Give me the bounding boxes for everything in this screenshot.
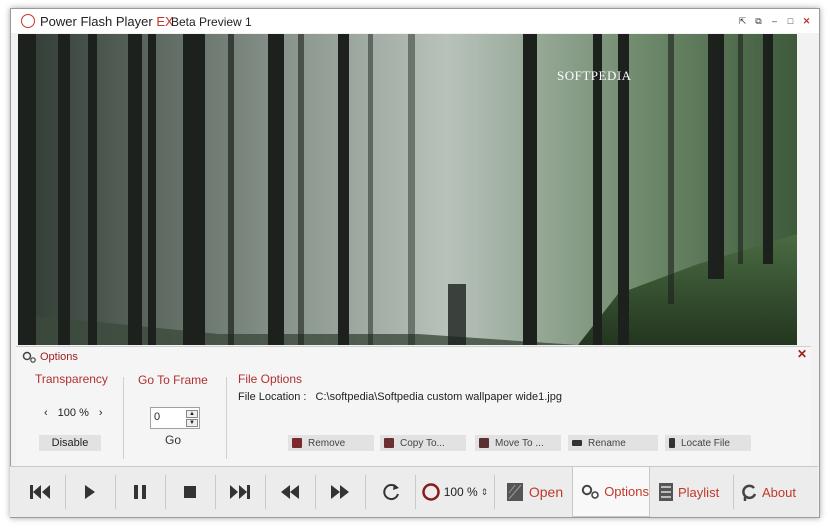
- remove-button[interactable]: Remove: [288, 435, 374, 451]
- spin-up-icon[interactable]: ▲: [186, 409, 198, 418]
- skip-to-start-button[interactable]: [22, 467, 58, 517]
- open-file-icon: [506, 483, 523, 501]
- skip-start-icon: [30, 485, 50, 499]
- remove-icon: [292, 438, 302, 448]
- rename-icon: [572, 440, 582, 446]
- move-icon: [479, 438, 489, 448]
- compact-mode-icon[interactable]: ⧉: [752, 15, 765, 28]
- repeat-button[interactable]: [372, 467, 412, 517]
- file-location-value: C:\softpedia\Softpedia custom wallpaper …: [315, 391, 562, 403]
- app-title: Power Flash Player EX: [40, 14, 174, 29]
- file-options-label: File Options: [238, 372, 303, 386]
- playlist-icon: [659, 483, 673, 501]
- gears-icon: [22, 351, 36, 363]
- pause-button[interactable]: [122, 467, 158, 517]
- file-location: File Location : C:\softpedia\Softpedia c…: [238, 391, 562, 403]
- repeat-icon: [383, 484, 399, 501]
- spin-down-icon[interactable]: ▼: [186, 418, 198, 427]
- tab-playlist[interactable]: Playlist: [653, 467, 733, 517]
- stop-button[interactable]: [172, 467, 208, 517]
- copy-icon: [384, 438, 394, 448]
- go-to-frame-label: Go To Frame: [138, 373, 208, 387]
- copy-to-button[interactable]: Copy To...: [380, 435, 466, 451]
- title-bar[interactable]: Power Flash Player EX Beta Preview 1 ⇱ ⧉…: [11, 9, 819, 33]
- fast-forward-icon: [331, 485, 349, 499]
- divider: [123, 377, 124, 459]
- zoom-stepper-icon[interactable]: ⇕: [481, 487, 489, 498]
- restore-small-icon[interactable]: ⇱: [736, 15, 749, 28]
- locate-file-button[interactable]: Locate File: [665, 435, 751, 451]
- disable-transparency-button[interactable]: Disable: [39, 435, 101, 451]
- skip-end-icon: [230, 485, 250, 499]
- bottom-toolbar: 100 % ⇕ Open Options Playlist About: [10, 466, 818, 517]
- app-logo-icon: [21, 14, 35, 28]
- maximize-icon[interactable]: □: [784, 15, 797, 28]
- forest-image: [18, 34, 797, 345]
- minimize-icon[interactable]: –: [768, 15, 781, 28]
- pause-icon: [134, 485, 146, 499]
- locate-file-icon: [669, 438, 675, 448]
- stop-icon: [184, 486, 196, 498]
- go-button[interactable]: Go: [165, 433, 181, 447]
- options-panel: Options ✕ Transparency ‹ 100 % › Disable…: [16, 346, 811, 467]
- gears-icon: [581, 484, 599, 499]
- transparency-label: Transparency: [35, 372, 108, 386]
- file-location-label: File Location :: [238, 391, 307, 403]
- options-panel-close-icon[interactable]: ✕: [797, 347, 807, 361]
- skip-to-end-button[interactable]: [222, 467, 258, 517]
- play-button[interactable]: [72, 467, 108, 517]
- video-watermark: SOFTPEDIA: [557, 68, 632, 83]
- divider: [226, 377, 227, 459]
- options-panel-header: Options: [22, 349, 78, 365]
- video-display[interactable]: SOFTPEDIA: [18, 34, 797, 345]
- transparency-control[interactable]: ‹ 100 % ›: [44, 407, 103, 419]
- window-controls: ⇱ ⧉ – □ ✕: [736, 15, 813, 28]
- about-icon: [742, 484, 757, 501]
- move-to-button[interactable]: Move To ...: [475, 435, 561, 451]
- rename-button[interactable]: Rename: [568, 435, 658, 451]
- zoom-control[interactable]: 100 % ⇕: [420, 467, 490, 517]
- app-subtitle: Beta Preview 1: [171, 15, 252, 29]
- zoom-value: 100 %: [443, 485, 478, 499]
- tab-options[interactable]: Options: [572, 467, 650, 517]
- transparency-value: 100 %: [57, 407, 89, 419]
- rewind-button[interactable]: [272, 467, 308, 517]
- close-icon[interactable]: ✕: [800, 15, 813, 28]
- frame-spinner[interactable]: ▲ ▼: [186, 409, 198, 427]
- transparency-decrease-icon[interactable]: ‹: [44, 407, 48, 419]
- open-button[interactable]: Open: [500, 467, 570, 517]
- options-panel-title: Options: [40, 351, 78, 363]
- tab-about[interactable]: About: [737, 467, 809, 517]
- fast-forward-button[interactable]: [322, 467, 358, 517]
- play-icon: [85, 485, 95, 499]
- rewind-icon: [281, 485, 299, 499]
- transparency-increase-icon[interactable]: ›: [99, 407, 103, 419]
- frame-number-input[interactable]: 0 ▲ ▼: [150, 407, 200, 429]
- zoom-ring-icon: [421, 483, 440, 501]
